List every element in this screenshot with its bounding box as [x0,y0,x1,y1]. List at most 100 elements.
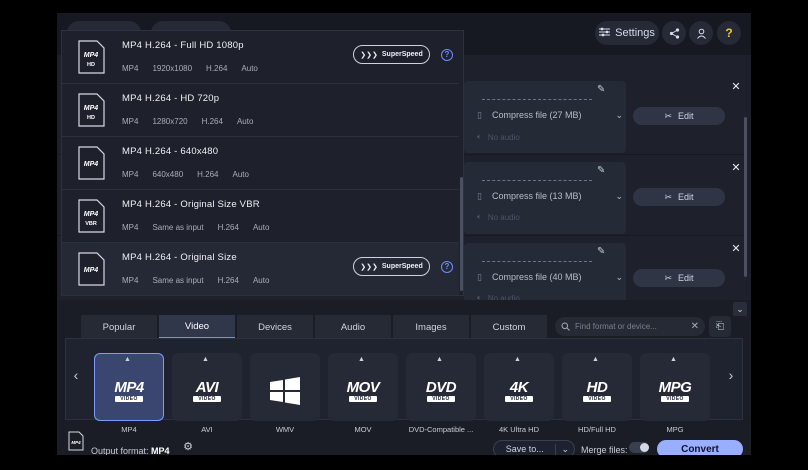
account-button[interactable] [689,21,713,45]
user-icon [696,28,706,39]
preset-codec: H.264 [206,64,228,73]
chevron-left-icon[interactable]: ‹ [69,367,83,387]
help-button[interactable]: ? [717,21,741,45]
format-card-hd[interactable]: ▲ HD VIDEO HD/Full HD [562,353,632,434]
preset-icon-sub: VBR [85,221,97,227]
preset-row[interactable]: MP4 VBR MP4 H.264 - Original Size VBR MP4… [62,190,459,243]
gear-icon[interactable]: ⚙ [181,440,195,454]
convert-button[interactable]: Convert [657,440,743,455]
close-icon[interactable]: ✕ [730,162,742,174]
speaker-icon: 🔈︎ [477,132,482,141]
collapse-icon[interactable]: ⌄ [733,302,747,316]
chevron-up-icon[interactable]: ▲ [436,356,443,363]
tab-label: Custom [492,321,526,333]
footer-icon-text: MP4 [71,440,81,445]
hd-logo-icon: HD VIDEO [567,373,627,409]
chevron-down-icon: ⌄ [615,109,623,120]
share-button[interactable] [662,21,686,45]
preset-codec: H.264 [217,223,239,232]
format-label: MP4 [121,425,137,434]
pencil-icon[interactable]: ✎ [597,246,609,258]
chevron-right-icon[interactable]: › [724,367,738,387]
format-card-mov[interactable]: ▲ MOV VIDEO MOV [328,353,398,434]
format-card-4k[interactable]: ▲ 4K VIDEO 4K Ultra HD [484,353,554,434]
tab-video[interactable]: Video [159,315,235,339]
tab-custom[interactable]: Custom [471,315,547,339]
chevron-up-icon[interactable]: ▲ [202,356,209,363]
close-icon[interactable]: ✕ [730,243,742,255]
clear-icon[interactable]: ✕ [691,321,699,332]
tab-audio[interactable]: Audio [315,315,391,339]
dropdown-scrollbar[interactable] [460,177,463,291]
search-input[interactable] [575,322,686,331]
add-format-button[interactable]: ⎗ [709,316,731,337]
search-icon [561,322,570,331]
logo-text: MOV [346,379,380,396]
mov-logo-icon: MOV VIDEO [333,373,393,409]
chevron-up-icon[interactable]: ▲ [124,356,131,363]
question-icon[interactable]: ? [441,261,453,273]
format-panel: ⌄ Popular Video Devices Audio Images Cus… [57,300,751,455]
output-format-value: MP4 [151,446,170,455]
edit-button[interactable]: ✂ Edit [633,269,725,287]
preset-details: MP4 640x480 H.264 Auto [122,170,249,179]
format-card-dvd[interactable]: ▲ DVD VIDEO DVD-Compatible ... [406,353,476,434]
chevron-up-icon[interactable]: ▲ [358,356,365,363]
compress-dropdown[interactable]: ▯ Compress file (27 MB) ⌄ [472,105,625,125]
pencil-icon[interactable]: ✎ [597,84,609,96]
pencil-icon[interactable]: ✎ [597,165,609,177]
tab-images[interactable]: Images [393,315,469,339]
tab-label: Popular [102,321,136,333]
file-list-scrollbar[interactable] [744,117,747,277]
device-detect-icon: ⎗ [716,321,724,332]
logo-text: MPG [658,379,692,396]
trim-bar[interactable] [482,180,592,181]
format-card-avi[interactable]: ▲ AVI VIDEO AVI [172,353,242,434]
preset-icon-sub: HD [87,115,95,121]
edit-label: Edit [678,111,694,121]
chevron-down-icon: ⌄ [615,190,623,201]
settings-label: Settings [615,27,655,39]
question-icon[interactable]: ? [441,49,453,61]
chevron-up-icon[interactable]: ▲ [670,356,677,363]
preset-codec: H.264 [217,276,239,285]
trim-bar[interactable] [482,261,592,262]
mp4-file-icon: MP4 [78,252,105,286]
avi-logo-icon: AVI VIDEO [177,373,237,409]
audio-dropdown[interactable]: 🔈︎ No audio [477,129,625,145]
scissors-icon: ✂ [664,110,673,121]
save-to-dropdown[interactable]: Save to... ⌄ [493,440,575,455]
merge-files-label: Merge files: [581,445,628,455]
tab-label: Audio [340,321,366,333]
tab-label: Images [415,321,447,333]
preset-row[interactable]: MP4 MP4 H.264 - Original Size MP4 Same a… [62,243,459,296]
format-card-mpg[interactable]: ▲ MPG VIDEO MPG [640,353,710,434]
chevron-down-icon[interactable]: ⌄ [555,443,574,455]
compress-dropdown[interactable]: ▯ Compress file (40 MB) ⌄ [472,267,625,287]
trim-bar[interactable] [482,99,592,100]
edit-label: Edit [678,273,694,283]
preset-container: MP4 [122,64,139,73]
format-card-mp4[interactable]: ▲ MP4 VIDEO MP4 [94,353,164,434]
edit-button[interactable]: ✂ Edit [633,188,725,206]
preset-row[interactable]: MP4 MP4 H.264 - 640x480 MP4 640x480 H.26… [62,137,459,190]
chevron-up-icon[interactable]: ▲ [514,356,521,363]
compress-dropdown[interactable]: ▯ Compress file (13 MB) ⌄ [472,186,625,206]
tab-popular[interactable]: Popular [81,315,157,339]
edit-button[interactable]: ✂ Edit [633,107,725,125]
4k-logo-icon: 4K VIDEO [489,373,549,409]
logo-text: AVI [195,379,219,396]
preset-row[interactable]: MP4 HD MP4 H.264 - Full HD 1080p MP4 1920… [62,31,459,84]
audio-dropdown[interactable]: 🔈︎ No audio [477,209,625,225]
logo-text: MP4 [114,379,144,396]
tab-devices[interactable]: Devices [237,315,313,339]
merge-files-toggle[interactable] [629,442,649,453]
preset-icon-main: MP4 [84,105,99,112]
format-card-wmv[interactable]: WMV [250,353,320,434]
chevron-up-icon[interactable]: ▲ [592,356,599,363]
preset-row[interactable]: MP4 HD MP4 H.264 - HD 720p MP4 1280x720 H… [62,84,459,137]
preset-container: MP4 [122,223,139,232]
scissors-icon: ✂ [664,191,673,202]
settings-button[interactable]: Settings [595,21,659,45]
close-icon[interactable]: ✕ [730,81,742,93]
